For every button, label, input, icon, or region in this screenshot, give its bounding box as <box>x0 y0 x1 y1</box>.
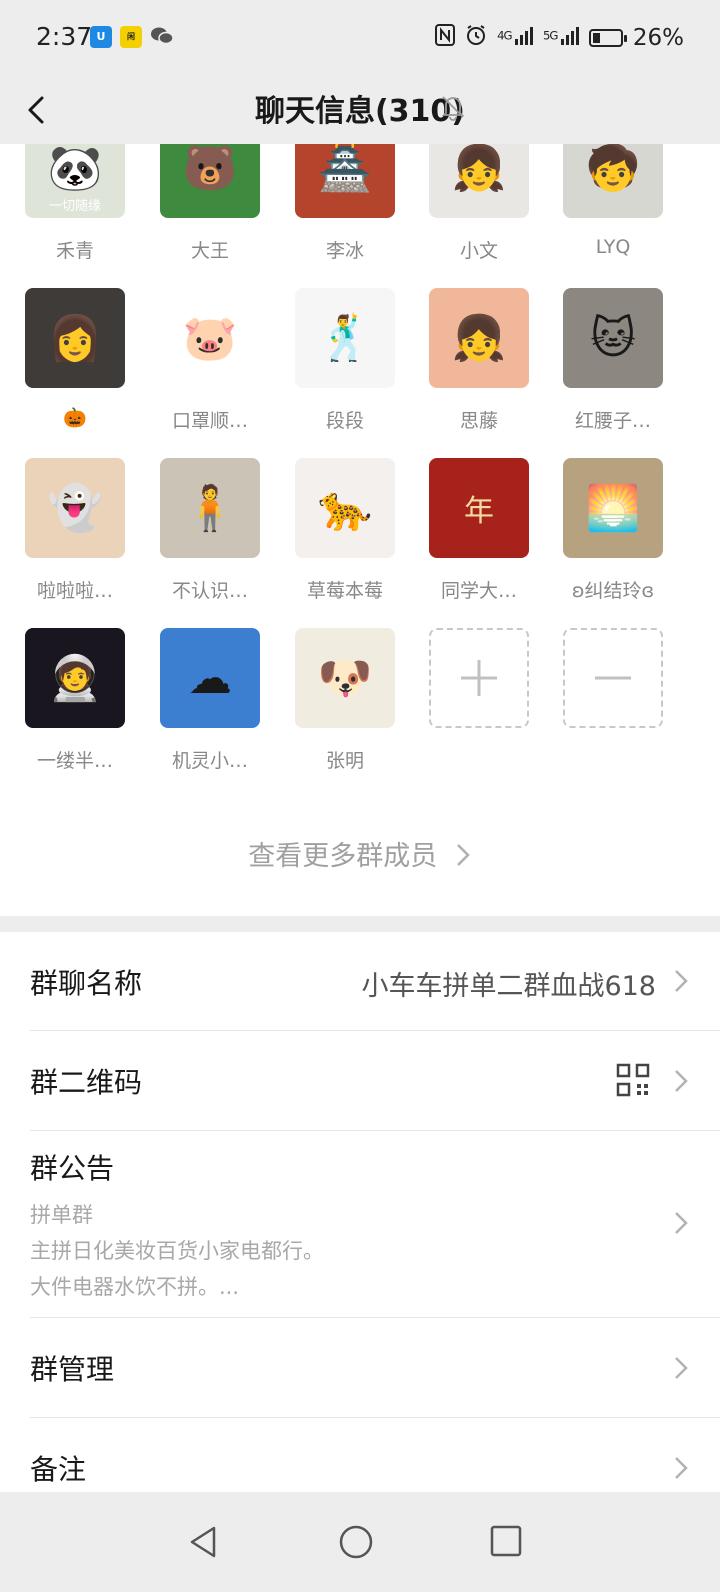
red-calligraphy-avatar[interactable]: 年 <box>429 458 529 558</box>
plus-icon <box>461 660 497 696</box>
nav-bar: 聊天信息(310) <box>0 78 720 144</box>
page-title: 聊天信息(310) <box>254 94 466 129</box>
member-name: 大王 <box>190 240 229 262</box>
system-home-icon[interactable] <box>338 1524 374 1560</box>
system-recents-icon[interactable] <box>489 1524 523 1558</box>
group-settings-list: 群聊名称 小车车拼单二群血战618 群二维码 群公告 拼单群 主拼日化美妆百货小… <box>0 932 720 1492</box>
notice-line-2: 主拼日化美妆百货小家电都行。 <box>30 1239 324 1263</box>
member-grid-section: 🐼 一切随缘禾青 🐻 大王 🏯 李冰 👧 小文 🧒 LYQ 👩 🎃 🐷 口罩顺… 🕺 段段 👧 思藤 🐱 红腰子… 👻 啦… <box>0 144 720 916</box>
network-label-1: 4G <box>497 28 512 43</box>
group-notice-row[interactable]: 群公告 拼单群 主拼日化美妆百货小家电都行。 大件电器水饮不拼。... <box>0 1131 720 1317</box>
battery-percent: 26% <box>632 25 684 51</box>
anime-girl-avatar[interactable]: 👧 <box>429 288 529 388</box>
woman-room-avatar[interactable]: 🧍 <box>160 458 260 558</box>
battery-fill <box>592 33 600 43</box>
palace-avatar[interactable]: 🏯 <box>295 144 395 218</box>
member-name: 口罩顺… <box>171 410 248 432</box>
member-name: 红腰子… <box>574 410 651 432</box>
xianyu-app-icon: 闲 <box>120 26 142 48</box>
member-name: 机灵小… <box>171 750 248 772</box>
system-navigation-bar <box>0 1492 720 1592</box>
view-more-label: 查看更多群成员 <box>248 841 438 872</box>
system-back-icon[interactable] <box>186 1524 220 1560</box>
member-name: 草莓本莓 <box>306 580 383 602</box>
member-name: 禾青 <box>55 240 94 262</box>
mute-bell-icon <box>440 92 466 122</box>
member-name: 同学大… <box>440 580 517 602</box>
qr-code-icon <box>616 1063 650 1097</box>
sunset-avatar[interactable]: 🌅 <box>563 458 663 558</box>
heart-cloud-avatar[interactable]: ☁ <box>160 628 260 728</box>
remark-label: 备注 <box>30 1453 87 1486</box>
pink-panther-avatar[interactable]: 🐆 <box>295 458 395 558</box>
member-name: 段段 <box>325 410 364 432</box>
signal-5g-icon: 5G <box>543 27 579 49</box>
doodle-avatar[interactable]: 🕺 <box>295 288 395 388</box>
cat-avatar[interactable]: 🐱 <box>563 288 663 388</box>
notice-line-3: 大件电器水饮不拼。... <box>30 1275 240 1299</box>
alarm-icon <box>465 24 487 52</box>
remove-member-button[interactable] <box>563 628 663 728</box>
group-name-row[interactable]: 群聊名称 小车车拼单二群血战618 <box>0 932 720 1030</box>
chevron-right-icon <box>675 1070 688 1092</box>
chevron-right-icon <box>675 970 688 992</box>
remark-row[interactable]: 备注 <box>0 1418 720 1492</box>
member-name: 🎃 <box>63 407 87 429</box>
notice-line-1: 拼单群 <box>30 1203 93 1227</box>
status-app-icons: U 闲 <box>90 26 174 48</box>
member-name: 一缕半… <box>36 750 113 772</box>
minus-icon <box>595 676 631 680</box>
shield-app-icon: U <box>90 26 112 48</box>
group-manage-row[interactable]: 群管理 <box>0 1318 720 1417</box>
notice-label: 群公告 <box>30 1152 115 1185</box>
add-member-button[interactable] <box>429 628 529 728</box>
astronaut-avatar[interactable]: 🧑‍🚀 <box>25 628 125 728</box>
child-photo-avatar[interactable]: 🧒 <box>563 144 663 218</box>
manage-label: 群管理 <box>30 1353 115 1386</box>
chevron-right-icon <box>675 1212 688 1234</box>
view-more-members-link[interactable]: 查看更多群成员 <box>0 834 720 873</box>
ghost-avatar[interactable]: 👻 <box>25 458 125 558</box>
member-name: 张明 <box>325 750 364 772</box>
kumamon-avatar[interactable]: 🐻 <box>160 144 260 218</box>
signal-4g-icon: 4G <box>497 27 533 49</box>
member-name: 李冰 <box>325 240 364 262</box>
chevron-right-icon <box>456 844 470 866</box>
nfc-icon <box>435 24 456 52</box>
status-time: 2:37 <box>36 22 93 51</box>
group-qr-row[interactable]: 群二维码 <box>0 1031 720 1130</box>
girl-photo-avatar[interactable]: 👧 <box>429 144 529 218</box>
member-name: LYQ <box>595 236 631 258</box>
member-name: 小文 <box>459 240 498 262</box>
panda-avatar[interactable]: 🐼 一切随缘 <box>25 144 125 218</box>
chevron-right-icon <box>675 1357 688 1379</box>
cartoon-avatar[interactable]: 🐶 <box>295 628 395 728</box>
group-name-label: 群聊名称 <box>30 967 143 1000</box>
qr-label: 群二维码 <box>30 1066 143 1099</box>
status-indicators: 4G 5G 26% <box>435 24 684 52</box>
group-name-value: 小车车拼单二群血战618 <box>361 971 656 1002</box>
status-bar: 2:37 U 闲 4G 5G 26% <box>0 0 720 78</box>
wechat-icon <box>150 26 174 48</box>
member-name: 思藤 <box>459 410 498 432</box>
panda-caption: 一切随缘 <box>48 199 101 214</box>
member-name: 不认识… <box>171 580 248 602</box>
member-name: ʚ纠结玲ɞ <box>571 580 655 602</box>
chevron-right-icon <box>675 1457 688 1479</box>
pink-bear-avatar[interactable]: 🐷 <box>160 288 260 388</box>
woman-portrait-avatar[interactable]: 👩 <box>25 288 125 388</box>
network-label-2: 5G <box>542 28 558 43</box>
member-name: 啦啦啦… <box>36 580 113 602</box>
battery-icon <box>588 29 627 47</box>
